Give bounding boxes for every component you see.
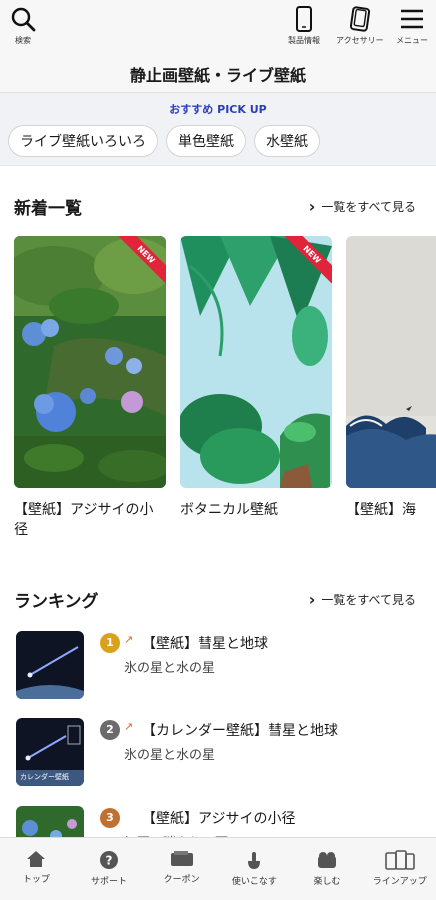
ranking-title: 【壁紙】彗星と地球 [142,636,268,652]
page-title: 静止画壁紙・ライブ壁紙 [129,66,306,85]
wallpaper-caption: 【壁紙】海 [346,502,416,518]
trend-up-icon: ↗ [124,633,134,646]
chip-solid-wallpaper[interactable]: 単色壁紙 [166,125,246,157]
wallpaper-thumbnail[interactable]: NEW [180,236,332,488]
accessory-label: アクセサリー [336,36,384,45]
ranking-see-all-label: 一覧をすべて見る [321,593,416,607]
chevron-right-icon: › [308,197,316,216]
nav-lineup[interactable]: ラインアップ [363,838,436,900]
new-wallpaper-carousel[interactable]: NEW 【壁紙】アジサイの小径 NEW ボタニカル壁紙 【壁紙】海 [14,236,436,556]
chevron-right-icon: › [308,590,316,609]
new-section-header: 新着一覧 › 一覧をすべて見る [14,194,416,219]
wallpaper-card[interactable]: NEW ボタニカル壁紙 [180,236,332,520]
phone-icon [296,6,312,32]
ranking-thumbnail[interactable]: カレンダー壁紙 [16,718,84,786]
ranking-see-all-link[interactable]: › 一覧をすべて見る [309,590,416,609]
hamburger-menu-icon [401,9,423,29]
wallpaper-caption: ボタニカル壁紙 [180,502,278,518]
rank-badge: 2 [100,720,120,740]
nav-coupon-label: クーポン [163,875,200,885]
menu-button[interactable]: メニュー [396,6,428,46]
nav-enjoy-label: 楽しむ [313,877,341,887]
phone-case-icon [349,6,370,32]
accessory-button[interactable]: アクセサリー [336,6,384,46]
product-info-label: 製品情報 [288,36,320,45]
new-see-all-link[interactable]: › 一覧をすべて見る [309,197,416,216]
pickup-label: おすすめ PICK UP [169,103,267,116]
bottom-navigation: トップ ? サポート クーポン 使いこなす 楽しむ ラインアップ [0,837,436,900]
nav-support[interactable]: ? サポート [73,838,146,900]
ranking-title: 【壁紙】アジサイの小径 [142,811,296,827]
svg-text:?: ? [106,854,113,868]
search-button[interactable]: 検索 [10,6,36,46]
wallpaper-card[interactable]: 【壁紙】海 [346,236,436,520]
chip-water-wallpaper[interactable]: 水壁紙 [254,125,320,157]
ranking-subtitle: 氷の星と水の星 [124,661,216,676]
search-icon [11,7,36,32]
wallpaper-thumbnail[interactable] [346,236,436,488]
nav-lineup-label: ラインアップ [372,877,427,887]
product-info-button[interactable]: 製品情報 [288,6,320,46]
new-section-title: 新着一覧 [14,199,82,219]
trend-up-icon: ↗ [124,720,134,733]
devices-icon [384,850,415,870]
pickup-section: おすすめ PICK UP ライブ壁紙いろいろ 単色壁紙 水壁紙 [0,93,436,166]
nav-coupon[interactable]: クーポン [145,838,218,900]
wallpaper-card[interactable]: NEW 【壁紙】アジサイの小径 [14,236,166,540]
nav-support-label: サポート [91,877,128,887]
chip-live-wallpaper[interactable]: ライブ壁紙いろいろ [8,125,158,157]
calendar-overlay-label: カレンダー壁紙 [20,773,69,781]
rank-badge: 3 [100,808,120,828]
nav-howto[interactable]: 使いこなす [218,838,291,900]
ranking-item[interactable]: カレンダー壁紙 2 ↗ 【カレンダー壁紙】彗星と地球 氷の星と水の星 [16,718,436,790]
menu-label: メニュー [396,36,428,45]
nav-howto-label: 使いこなす [231,877,277,887]
ranking-item[interactable]: 1 ↗ 【壁紙】彗星と地球 氷の星と水の星 [16,631,436,703]
rank-badge: 1 [100,633,120,653]
search-label: 検索 [15,36,31,45]
ranking-thumbnail[interactable] [16,631,84,699]
comet-image [16,631,84,699]
ranking-subtitle: 氷の星と水の星 [124,748,216,763]
ranking-title: 【カレンダー壁紙】彗星と地球 [142,723,338,739]
nav-top-label: トップ [22,875,50,885]
hand-tap-icon [248,852,261,869]
nav-enjoy[interactable]: 楽しむ [291,838,364,900]
ranking-section-title: ランキング [14,592,99,612]
wallpaper-thumbnail[interactable]: NEW [14,236,166,488]
coupon-icon [170,851,193,866]
pickup-chips: ライブ壁紙いろいろ 単色壁紙 水壁紙 [8,125,320,157]
help-icon: ? [100,851,118,869]
sea-wave-image [346,236,436,488]
home-icon [27,851,46,867]
new-see-all-label: 一覧をすべて見る [321,200,416,214]
app-header: 検索 製品情報 アクセサリー メニュー 静止画壁紙・ライブ壁紙 [0,0,436,93]
ranking-section-header: ランキング › 一覧をすべて見る [14,587,416,612]
new-badge: NEW [282,236,332,286]
wallpaper-caption: 【壁紙】アジサイの小径 [14,502,154,538]
nav-top[interactable]: トップ [0,838,73,900]
new-badge: NEW [116,236,166,286]
game-icon [318,852,337,868]
